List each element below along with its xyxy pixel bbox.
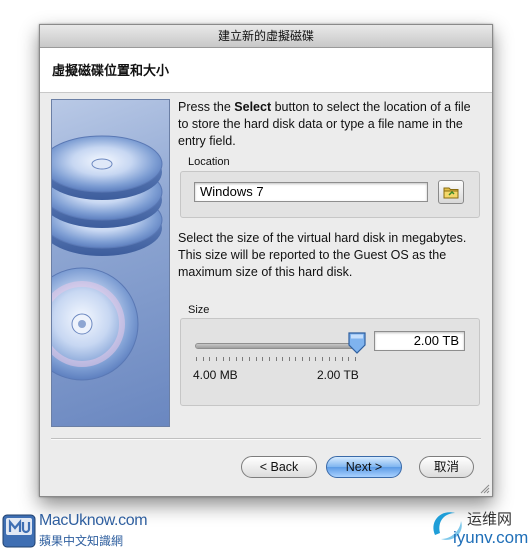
cancel-button[interactable]: 取消 (419, 456, 474, 478)
dialog-window: 建立新的虛擬磁碟 虛擬磁碟位置和大小 Press the Select butt… (39, 24, 493, 497)
size-description: Select the size of the virtual hard disk… (178, 231, 467, 279)
folder-icon (443, 187, 459, 199)
size-max-label: 2.00 TB (317, 368, 359, 382)
macuknow-logo-icon (2, 514, 36, 548)
size-label: Size (188, 304, 210, 316)
size-min-label: 4.00 MB (193, 368, 238, 382)
watermark-tagline: 蘋果中文知識網 (39, 534, 124, 548)
iyunv-watermark: 运维网 iyunv.com (427, 505, 530, 550)
size-slider-track[interactable] (195, 343, 359, 349)
macuknow-watermark: MacUknow.com 蘋果中文知識網 (1, 512, 148, 550)
window-title: 建立新的虛擬磁碟 (40, 25, 492, 48)
location-group (180, 171, 480, 218)
watermark-domain: iyunv.com (453, 528, 529, 547)
location-label: Location (188, 156, 230, 168)
disks-icon (52, 135, 163, 381)
size-slider-fill (196, 344, 358, 348)
size-slider-thumb[interactable] (347, 331, 367, 355)
size-group: 4.00 MB 2.00 TB (180, 318, 480, 406)
disk-illustration (51, 99, 170, 427)
back-button[interactable]: < Back (241, 456, 317, 478)
page-title: 虛擬磁碟位置和大小 (52, 63, 170, 78)
size-input[interactable] (374, 331, 465, 351)
instructions-text: Press the Select button to select the lo… (178, 100, 471, 148)
slider-ticks (196, 357, 356, 362)
location-input[interactable] (194, 182, 428, 202)
header-panel: 虛擬磁碟位置和大小 (40, 48, 492, 93)
button-separator (51, 438, 481, 440)
next-button[interactable]: Next > (326, 456, 402, 478)
watermark-cn: 运维网 (467, 511, 513, 528)
select-folder-button[interactable] (438, 180, 464, 204)
resize-grip-icon[interactable] (478, 482, 490, 494)
watermark-site: MacUknow.com (39, 512, 148, 529)
